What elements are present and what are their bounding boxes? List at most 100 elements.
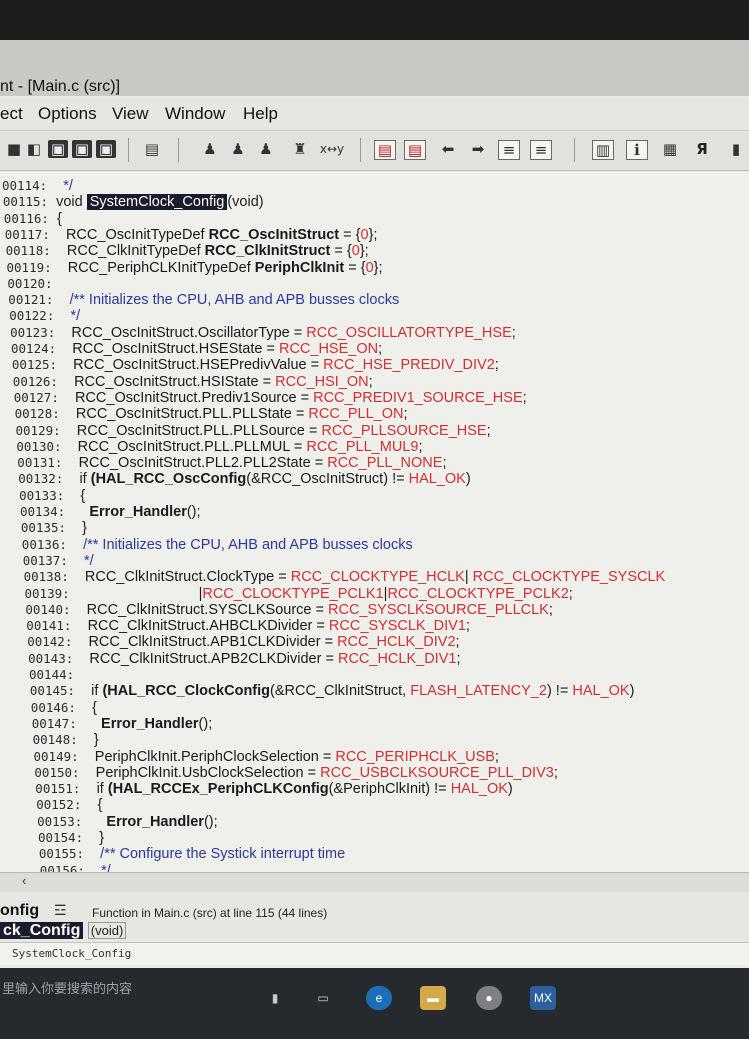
code-line[interactable]: 00150: PeriphClkInit.UsbClockSelection =… — [34, 765, 557, 781]
menu-item-select[interactable]: ect — [0, 104, 23, 124]
code-line[interactable]: 00146: { — [31, 700, 97, 716]
code-line[interactable]: 00155: /** Configure the Systick interru… — [39, 846, 345, 862]
code-token: (); — [186, 504, 201, 520]
forward-arrow-icon[interactable]: ➡ — [468, 140, 488, 158]
code-token: RCC_OscInitTypeDef — [57, 226, 209, 243]
code-token: }; — [368, 226, 378, 243]
code-line[interactable]: 00127: RCC_OscInitStruct.Prediv1Source =… — [14, 390, 527, 406]
code-line[interactable]: 00139: |RCC_CLOCKTYPE_PCLK1|RCC_CLOCKTYP… — [25, 586, 573, 602]
code-line[interactable]: 00123: RCC_OscInitStruct.OscillatorType … — [10, 325, 516, 341]
open-file-icon[interactable]: ◧ — [24, 140, 44, 158]
code-line[interactable]: 00145: if (HAL_RCC_ClockConfig(&RCC_ClkI… — [30, 683, 635, 699]
replace-icon[interactable]: ♜ — [290, 140, 310, 158]
scroll-left-icon[interactable]: ‹ — [22, 873, 26, 888]
code-line[interactable]: 00126: RCC_OscInitStruct.HSIState = RCC_… — [13, 374, 373, 390]
save-all-icon[interactable]: ▣ — [72, 140, 92, 158]
function-name: ck_Config — [0, 922, 84, 939]
symbol-window-icon[interactable]: ☲ — [54, 902, 67, 919]
code-line[interactable]: 00122: */ — [9, 308, 80, 324]
code-line[interactable]: 00154: } — [38, 830, 104, 846]
menu-item-help[interactable]: Help — [243, 104, 278, 124]
code-editor[interactable]: 00114: */00115: void SystemClock_Config(… — [0, 172, 749, 879]
code-line[interactable]: 00125: RCC_OscInitStruct.HSEPredivValue … — [12, 357, 499, 373]
code-line[interactable]: 00117: RCC_OscInitTypeDef RCC_OscInitStr… — [5, 227, 378, 243]
code-line[interactable]: 00129: RCC_OscInitStruct.PLL.PLLSource =… — [16, 423, 491, 439]
line-gutter-gap — [75, 683, 83, 699]
save-icon[interactable]: ▣ — [48, 140, 68, 158]
jump-to-definition-icon[interactable]: ≡ — [498, 140, 520, 160]
line-gutter-gap — [83, 830, 91, 846]
code-line[interactable]: 00147: Error_Handler(); — [32, 716, 213, 732]
code-line[interactable]: 00151: if (HAL_RCCEx_PeriphCLKConfig(&Pe… — [35, 781, 512, 797]
menu-item-options[interactable]: Options — [38, 104, 97, 124]
code-line[interactable]: 00143: RCC_ClkInitStruct.APB2CLKDivider … — [28, 651, 460, 667]
task-view-icon[interactable]: ▭ — [310, 986, 336, 1010]
app-icon[interactable]: ● — [476, 986, 502, 1010]
line-number: 00154: — [38, 830, 84, 845]
book-icon[interactable]: ▦ — [660, 140, 680, 158]
code-token: RCC_PeriphCLKInitTypeDef — [59, 259, 255, 276]
find-icon[interactable]: ♟ — [200, 140, 220, 158]
code-line[interactable]: 00128: RCC_OscInitStruct.PLL.PLLState = … — [15, 406, 408, 422]
code-token: RCC_OscInitStruct.Prediv1Source = — [66, 389, 314, 406]
code-line[interactable]: 00131: RCC_OscInitStruct.PLL2.PLL2State … — [17, 455, 446, 471]
horizontal-scrollbar[interactable]: ‹ — [0, 872, 749, 893]
code-line[interactable]: 00149: PeriphClkInit.PeriphClockSelectio… — [34, 749, 499, 765]
code-line[interactable]: 00135: } — [21, 520, 87, 536]
code-line[interactable]: 00118: RCC_ClkInitTypeDef RCC_ClkInitStr… — [6, 243, 369, 259]
code-line[interactable]: 00142: RCC_ClkInitStruct.APB1CLKDivider … — [27, 634, 459, 650]
close-file-icon[interactable]: ▣ — [96, 140, 116, 158]
code-token: } — [74, 520, 88, 537]
line-number: 00125: — [11, 357, 58, 373]
line-number: 00148: — [32, 732, 78, 748]
stm32cubemx-icon[interactable]: MX — [530, 986, 556, 1010]
code-line[interactable]: 00138: RCC_ClkInitStruct.ClockType = RCC… — [24, 569, 666, 585]
bookmark-next-icon[interactable]: ▤ — [404, 140, 426, 160]
find-previous-icon[interactable]: ♟ — [256, 140, 276, 158]
code-line[interactable]: 00137: */ — [23, 553, 94, 569]
code-line[interactable]: 00119: RCC_PeriphCLKInitTypeDef PeriphCl… — [7, 260, 383, 276]
code-line[interactable]: 00116: { — [4, 211, 62, 227]
code-line[interactable]: 00141: RCC_ClkInitStruct.AHBCLKDivider =… — [26, 618, 470, 634]
menu-item-window[interactable]: Window — [165, 104, 225, 124]
new-file-icon[interactable]: ■ — [4, 140, 24, 158]
code-line[interactable]: 00130: RCC_OscInitStruct.PLL.PLLMUL = RC… — [16, 439, 422, 455]
line-gutter-gap — [80, 765, 88, 781]
file-explorer-icon[interactable]: ▬ — [420, 986, 446, 1010]
edge-browser-icon[interactable]: e — [366, 986, 392, 1010]
code-line[interactable]: 00134: Error_Handler(); — [20, 504, 201, 520]
code-line[interactable]: 00153: Error_Handler(); — [37, 814, 218, 830]
browser-icon[interactable]: ▥ — [592, 140, 614, 160]
code-line[interactable]: 00124: RCC_OscInitStruct.HSEState = RCC_… — [11, 341, 382, 357]
code-token: Error_Handler — [90, 813, 204, 830]
toolbar-overflow-icon[interactable]: ▮ — [726, 140, 746, 158]
relation-icon[interactable]: Я — [692, 140, 712, 158]
code-line[interactable]: 00136: /** Initializes the CPU, AHB and … — [22, 537, 413, 553]
code-line[interactable]: 00144: — [29, 667, 82, 683]
back-arrow-icon[interactable]: ⬅ — [438, 140, 458, 158]
code-line[interactable]: 00133: { — [19, 488, 85, 504]
jump-to-reference-icon[interactable]: ≡ — [530, 140, 552, 160]
code-token: RCC_HSI_ON — [275, 373, 369, 390]
code-token: (void) — [227, 194, 264, 211]
find-next-icon[interactable]: ♟ — [228, 140, 248, 158]
code-token: } — [85, 732, 99, 749]
code-line[interactable]: 00152: { — [36, 797, 102, 813]
code-line[interactable]: 00121: /** Initializes the CPU, AHB and … — [8, 292, 399, 308]
code-line[interactable]: 00115: void SystemClock_Config (void) — [3, 194, 264, 211]
taskbar-search-input[interactable]: 里输入你要搜索的内容 — [2, 978, 132, 997]
function-args: (void) — [87, 922, 127, 939]
code-line[interactable]: 00140: RCC_ClkInitStruct.SYSCLKSource = … — [25, 602, 552, 618]
info-icon[interactable]: ℹ — [626, 140, 648, 160]
line-number: 00121: — [8, 292, 54, 308]
line-number: 00150: — [34, 764, 80, 780]
bookmark-prev-icon[interactable]: ▤ — [374, 140, 396, 160]
code-line[interactable]: 00114: */ — [2, 178, 73, 194]
print-icon[interactable]: ▤ — [142, 140, 162, 158]
code-line[interactable]: 00148: } — [33, 732, 99, 748]
code-line[interactable]: 00120: — [7, 276, 60, 292]
microphone-icon[interactable]: ▮ — [262, 986, 288, 1010]
swap-icon[interactable]: x↔y — [318, 140, 346, 158]
code-line[interactable]: 00132: if (HAL_RCC_OscConfig(&RCC_OscIni… — [18, 471, 470, 487]
menu-item-view[interactable]: View — [112, 104, 149, 124]
